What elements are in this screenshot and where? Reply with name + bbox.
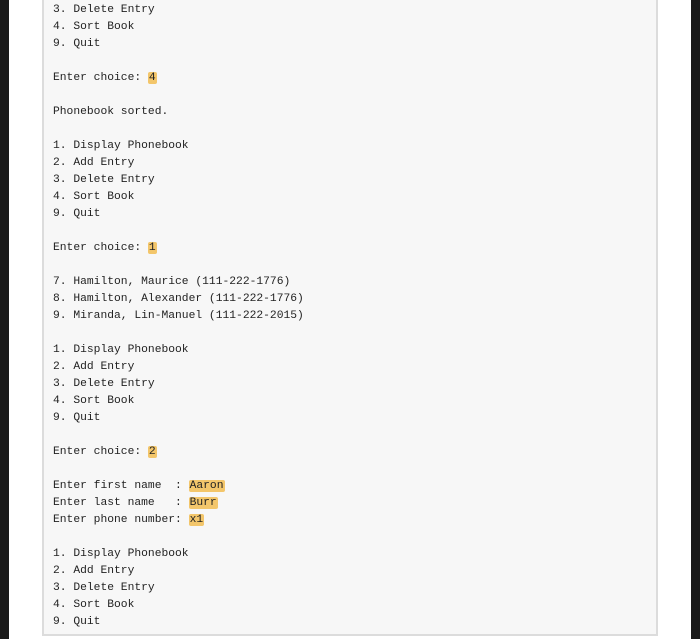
console-line: 9. Quit <box>53 206 304 223</box>
user-input: 4 <box>147 72 157 84</box>
console-line: 4. Sort Book <box>53 19 304 36</box>
console-line-text: 1. Display Phonebook <box>53 548 189 560</box>
console-line-text: Enter choice: <box>53 242 148 254</box>
console-line: Phonebook sorted. <box>53 104 304 121</box>
console-line: Enter phone number: x1 <box>53 512 304 529</box>
console-line-text: Enter last name : <box>53 497 189 509</box>
console-line: Enter choice: 2 <box>53 444 304 461</box>
console-line: 3. Delete Entry <box>53 580 304 597</box>
console-line: 9. Miranda, Lin-Manuel (111-222-2015) <box>53 308 304 325</box>
console-line: 8. Hamilton, Alexander (111-222-1776) <box>53 291 304 308</box>
console-line-text: 3. Delete Entry <box>53 4 155 16</box>
console-line: 9. Quit <box>53 36 304 53</box>
console-line-text: 3. Delete Entry <box>53 174 155 186</box>
console-line-text: 2. Add Entry <box>53 157 135 169</box>
right-dark-edge <box>691 0 700 639</box>
console-line: 2. Add Entry <box>53 155 304 172</box>
console-line: 7. Hamilton, Maurice (111-222-1776) <box>53 274 304 291</box>
console-line: 2. Add Entry <box>53 563 304 580</box>
console-output: 3. Delete Entry 4. Sort Book 9. Quit Enter … <box>53 2 304 631</box>
user-input: 1 <box>147 242 157 254</box>
console-line-text: 4. Sort Book <box>53 191 135 203</box>
console-line-text: 9. Miranda, Lin-Manuel (111-222-2015) <box>53 310 304 322</box>
console-line-text: 4. Sort Book <box>53 21 135 33</box>
console-line: 2. Add Entry <box>53 359 304 376</box>
console-line-text: 9. Quit <box>53 616 101 628</box>
console-line: 9. Quit <box>53 614 304 631</box>
console-line-text: 4. Sort Book <box>53 395 135 407</box>
user-input: x1 <box>188 514 205 526</box>
user-input: 2 <box>147 446 157 458</box>
console-line: 1. Display Phonebook <box>53 546 304 563</box>
console-line-text: Enter first name : <box>53 480 189 492</box>
console-line: Enter choice: 1 <box>53 240 304 257</box>
user-input: Burr <box>188 497 218 509</box>
console-line-text: 3. Delete Entry <box>53 582 155 594</box>
console-line: 1. Display Phonebook <box>53 138 304 155</box>
console-line: 4. Sort Book <box>53 393 304 410</box>
console-line-text: 2. Add Entry <box>53 361 135 373</box>
console-line: Enter choice: 4 <box>53 70 304 87</box>
console-line-text: 2. Add Entry <box>53 565 135 577</box>
console-line-text: 8. Hamilton, Alexander (111-222-1776) <box>53 293 304 305</box>
console-line-text: 9. Quit <box>53 208 101 220</box>
console-line-text: 9. Quit <box>53 38 101 50</box>
console-line-text: Phonebook sorted. <box>53 106 169 118</box>
console-line-text: Enter phone number: <box>53 514 189 526</box>
console-line: 4. Sort Book <box>53 189 304 206</box>
console-line-text: 3. Delete Entry <box>53 378 155 390</box>
user-input: Aaron <box>188 480 225 492</box>
console-line-text: 7. Hamilton, Maurice (111-222-1776) <box>53 276 291 288</box>
console-line: 9. Quit <box>53 410 304 427</box>
console-line-text: 1. Display Phonebook <box>53 344 189 356</box>
console-line: 3. Delete Entry <box>53 172 304 189</box>
console-line-text: 1. Display Phonebook <box>53 140 189 152</box>
console-line: 3. Delete Entry <box>53 2 304 19</box>
console-line: 4. Sort Book <box>53 597 304 614</box>
console-line: 1. Display Phonebook <box>53 342 304 359</box>
console-line: Enter last name : Burr <box>53 495 304 512</box>
console-line: Enter first name : Aaron <box>53 478 304 495</box>
console-line-text: Enter choice: <box>53 72 148 84</box>
console-line-text: Enter choice: <box>53 446 148 458</box>
console-line: 3. Delete Entry <box>53 376 304 393</box>
console-line-text: 9. Quit <box>53 412 101 424</box>
left-dark-edge <box>0 0 9 639</box>
console-line-text: 4. Sort Book <box>53 599 135 611</box>
